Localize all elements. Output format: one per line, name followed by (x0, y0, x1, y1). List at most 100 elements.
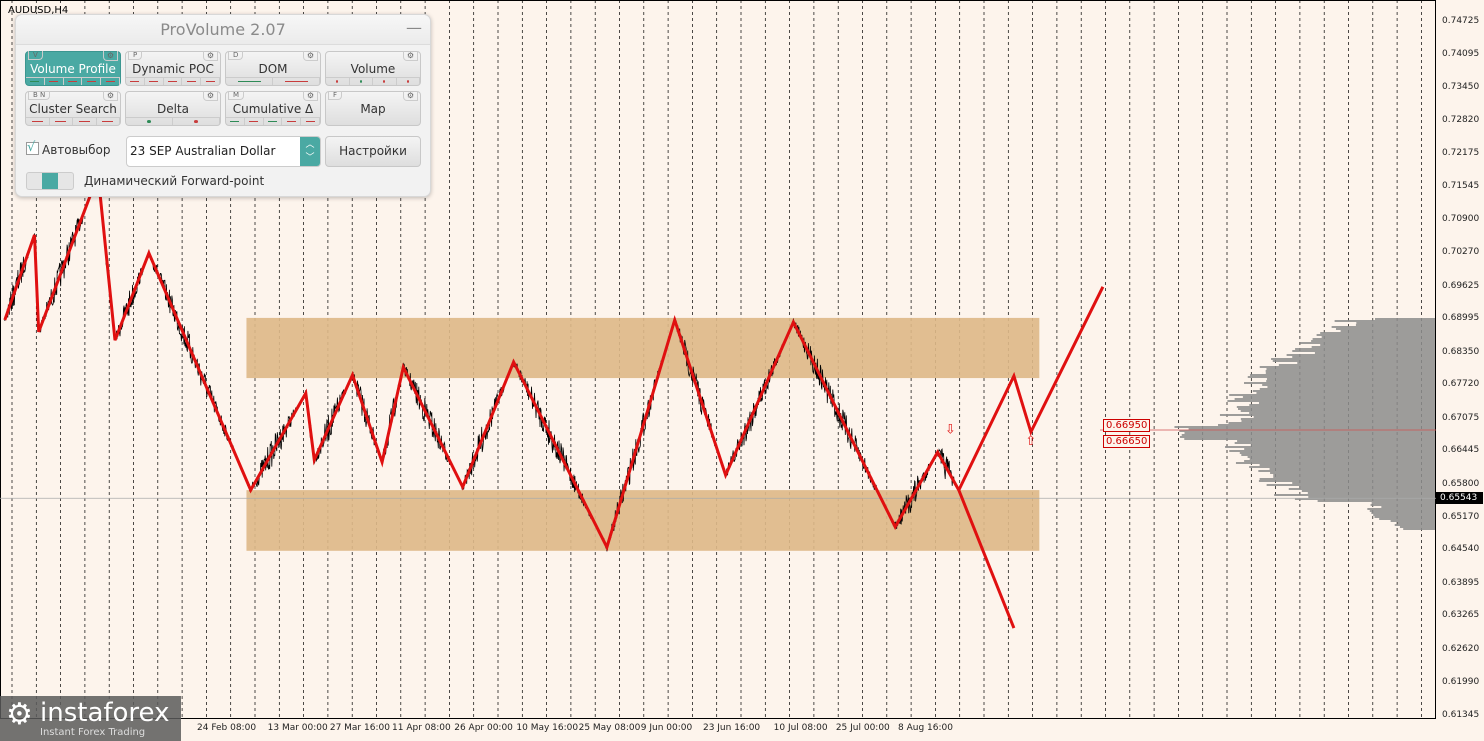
volume-profile-bar (1311, 346, 1435, 348)
volume-profile-bar (1265, 372, 1435, 374)
volume-profile-bar (1292, 356, 1435, 358)
tool-button-cumulative-[interactable]: M ⚙ Cumulative Δ (225, 91, 321, 126)
gear-icon[interactable]: ⚙ (102, 91, 118, 101)
volume-profile-bar (1184, 438, 1435, 440)
volume-profile-bar (1320, 332, 1435, 334)
volume-profile-bar (1258, 402, 1435, 404)
y-tick-label: 0.71545 (1442, 180, 1480, 191)
y-tick-label: 0.72175 (1442, 148, 1480, 159)
volume-profile-bar (1259, 478, 1435, 480)
forward-point-label: Динамический Forward-point (84, 174, 265, 188)
volume-profile-bar (1390, 520, 1435, 522)
y-tick-label: 0.64540 (1442, 544, 1480, 555)
volume-profile-bar (1259, 388, 1435, 390)
y-tick-label: 0.70270 (1442, 247, 1480, 258)
tool-button-label: DOM (258, 62, 288, 76)
volume-profile-bar (1374, 318, 1435, 320)
tool-button-dom[interactable]: D ⚙ DOM (225, 51, 321, 86)
volume-profile-bar (1399, 526, 1435, 528)
volume-profile-bar (1381, 506, 1435, 508)
volume-profile-bar (1403, 528, 1435, 530)
volume-profile-bar (1371, 512, 1435, 514)
tool-button-volume-profile[interactable]: V ⚙ Volume Profile (25, 51, 121, 86)
volume-profile-bar (1241, 454, 1435, 456)
tool-button-volume[interactable]: ⚙ Volume (325, 51, 421, 86)
volume-profile-bar (1379, 518, 1435, 520)
tool-button-cluster-search[interactable]: B N ⚙ Cluster Search (25, 91, 121, 126)
price-zone (246, 317, 1040, 379)
hotkey-label: B N (28, 91, 51, 100)
logo-name: instaforex (40, 698, 170, 728)
volume-profile-bar (1371, 502, 1435, 504)
indicator-strip (226, 77, 320, 85)
volume-profile-bar (1237, 440, 1435, 442)
volume-profile-bar (1262, 384, 1435, 386)
volume-profile-bar (1249, 404, 1435, 406)
volume-profile-bar (1229, 450, 1435, 452)
settings-button[interactable]: Настройки (325, 136, 421, 167)
volume-profile-bar (1321, 336, 1435, 338)
volume-profile-bar (1266, 378, 1435, 380)
instaforex-logo: ⚙ instaforex Instant Forex Trading (0, 696, 181, 741)
volume-profile-bar (1334, 320, 1435, 322)
tool-button-label: Cluster Search (29, 102, 117, 116)
volume-profile-bar (1356, 322, 1435, 324)
select-spinner-icon[interactable]: ︿ ﹀ (300, 137, 320, 166)
y-tick-label: 0.70900 (1442, 214, 1480, 225)
volume-profile-bar (1258, 480, 1435, 482)
volume-profile-bar (1266, 380, 1435, 382)
volume-profile-bar (1320, 344, 1435, 346)
volume-profile-bar (1256, 392, 1435, 394)
indicator-strip (326, 77, 420, 85)
instrument-select[interactable]: 23 SEP Australian Dollar ︿ ﹀ (126, 136, 321, 167)
volume-profile-bar (1308, 496, 1435, 498)
volume-profile-bar (1269, 468, 1435, 470)
volume-profile-bar (1247, 376, 1435, 378)
volume-profile-bar (1299, 486, 1435, 488)
volume-profile-bar (1274, 494, 1435, 496)
logo-tagline: Instant Forex Trading (40, 727, 146, 738)
gear-icon[interactable]: ⚙ (302, 51, 318, 61)
volume-profile-bar (1240, 410, 1435, 412)
y-tick-label: 0.65170 (1442, 511, 1480, 522)
gear-icon[interactable]: ⚙ (302, 91, 318, 101)
forward-point-toggle[interactable] (26, 172, 74, 190)
tool-button-label: Map (360, 102, 386, 116)
x-tick-label: 24 Feb 08:00 (197, 723, 257, 733)
volume-profile-bar (1397, 522, 1435, 524)
volume-profile-bar (1355, 324, 1435, 326)
tool-button-delta[interactable]: ⚙ Delta (125, 91, 221, 126)
volume-profile-bar (1288, 488, 1435, 490)
x-tick-label: 10 May 16:00 (516, 723, 579, 733)
gear-icon[interactable]: ⚙ (202, 51, 218, 61)
x-tick-label: 25 Jul 00:00 (835, 723, 890, 733)
tool-button-dynamic-poc[interactable]: P ⚙ Dynamic POC (125, 51, 221, 86)
volume-profile-bar (1236, 406, 1435, 408)
gear-icon[interactable]: ⚙ (102, 51, 118, 61)
volume-profile-bar (1229, 394, 1435, 396)
volume-profile-bar (1253, 416, 1435, 418)
hotkey-label: M (228, 91, 245, 100)
panel-title-bar[interactable]: ProVolume 2.07 — (16, 15, 430, 45)
volume-profile-bar (1252, 390, 1435, 392)
autoselect-checkbox[interactable]: √ (26, 141, 39, 155)
gear-icon[interactable]: ⚙ (402, 51, 418, 61)
arrow-down-icon: ⇩ (945, 422, 956, 437)
volume-profile-bar (1370, 504, 1435, 506)
x-tick-label: 13 Mar 00:00 (267, 723, 328, 733)
volume-profile-bar (1234, 442, 1435, 444)
y-tick-label: 0.63895 (1442, 577, 1480, 588)
volume-profile-bar (1286, 354, 1435, 356)
volume-profile-bar (1273, 474, 1435, 476)
volume-profile-bar (1225, 446, 1435, 448)
provolume-panel: ProVolume 2.07— V ⚙ Volume Profile P ⚙ Dynami… (15, 14, 431, 197)
hotkey-label: D (228, 51, 244, 60)
y-tick-label: 0.61345 (1442, 710, 1480, 720)
x-tick-label: 25 May 08:00 (578, 723, 641, 733)
x-tick-label: 8 Aug 16:00 (898, 723, 953, 733)
minimize-button[interactable]: — (406, 13, 422, 43)
gear-icon[interactable]: ⚙ (202, 91, 218, 101)
tool-button-map[interactable]: F ⚙ Map (325, 91, 421, 126)
gear-icon[interactable]: ⚙ (402, 91, 418, 101)
volume-profile-bar (1244, 382, 1435, 384)
